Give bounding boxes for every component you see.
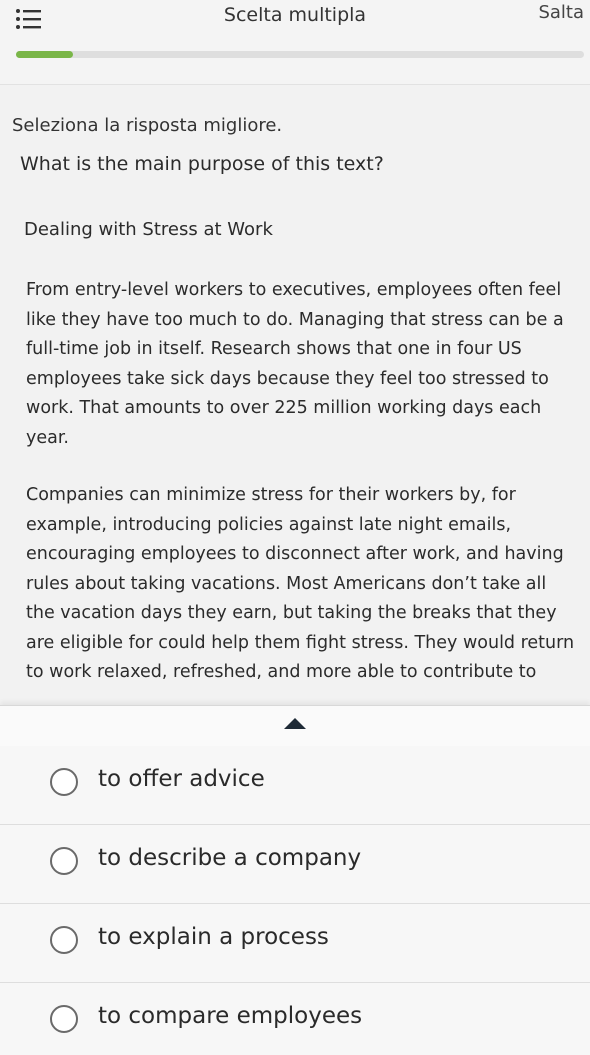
- question-text: What is the main purpose of this text?: [20, 153, 384, 175]
- passage-paragraph: Companies can minimize stress for their …: [26, 485, 575, 682]
- quiz-screen: Scelta multipla Salta Seleziona la rispo…: [0, 0, 590, 1055]
- progress-fill: [16, 51, 73, 58]
- header-bar: Scelta multipla Salta: [0, 0, 590, 40]
- progress-bar: [16, 51, 584, 58]
- radio-button[interactable]: [50, 847, 78, 875]
- instruction-text: Seleziona la risposta migliore.: [12, 115, 283, 136]
- radio-button[interactable]: [50, 926, 78, 954]
- radio-button[interactable]: [50, 768, 78, 796]
- page-title: Scelta multipla: [223, 4, 367, 26]
- passage-paragraph: From entry-level workers to executives, …: [26, 280, 564, 448]
- answer-option[interactable]: to offer advice: [0, 746, 590, 825]
- answer-option[interactable]: to compare employees: [0, 983, 590, 1055]
- answer-option-label: to compare employees: [98, 1003, 363, 1029]
- answer-option[interactable]: to explain a process: [0, 904, 590, 983]
- caret-up-icon[interactable]: [284, 718, 306, 729]
- answer-option-label: to explain a process: [98, 924, 329, 950]
- answer-option-label: to offer advice: [98, 766, 265, 792]
- skip-button[interactable]: Salta: [538, 2, 584, 23]
- radio-button[interactable]: [50, 1005, 78, 1033]
- panel-collapse-bar[interactable]: [0, 705, 590, 747]
- answer-option-label: to describe a company: [98, 845, 362, 871]
- question-panel[interactable]: Seleziona la risposta migliore. What is …: [0, 85, 590, 705]
- answer-option[interactable]: to describe a company: [0, 825, 590, 904]
- passage-title: Dealing with Stress at Work: [24, 219, 273, 240]
